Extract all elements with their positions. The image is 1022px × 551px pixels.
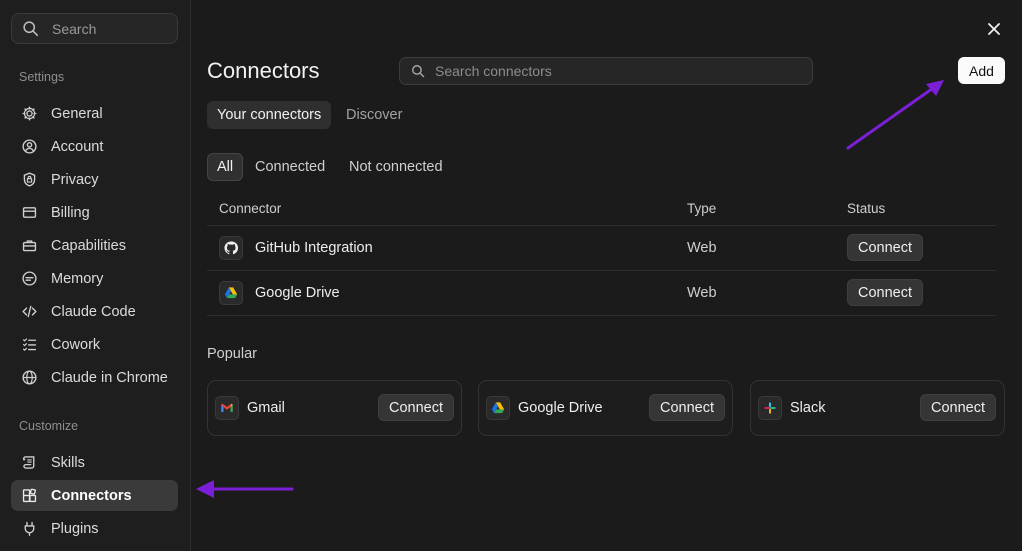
sidebar-item-plugins[interactable]: Plugins [11,513,178,544]
connector-search-input[interactable]: Search connectors [399,57,813,85]
connector-search-placeholder: Search connectors [435,63,552,79]
slack-icon [764,402,776,414]
column-header-status: Status [847,201,886,216]
sidebar-search-placeholder: Search [52,20,97,37]
filter-all[interactable]: All [207,153,244,181]
connect-button[interactable]: Connect [649,394,726,421]
user-circle-icon [22,139,37,154]
popular-name: Gmail [247,400,285,416]
connector-type: Web [687,240,717,256]
sidebar-item-label: General [51,105,103,122]
connect-button[interactable]: Connect [847,234,924,261]
sidebar-item-label: Claude in Chrome [51,369,168,386]
annotation-arrow-connectors [196,480,294,498]
sidebar-item-cowork[interactable]: Cowork [11,329,178,360]
gear-icon [22,106,37,121]
popular-section-label: Popular [207,346,257,362]
popular-card-google-drive[interactable]: Google Drive Connect [478,380,733,436]
table-divider [207,270,996,271]
close-icon [988,23,1000,35]
card-app-icon [486,396,510,420]
plug-icon [24,521,35,536]
filter-connected[interactable]: Connected [246,153,334,181]
popular-name: Google Drive [518,400,603,416]
sidebar-item-claude-code[interactable]: Claude Code [11,296,178,327]
settings-section-label: Settings [19,70,65,84]
row-app-icon [219,236,243,260]
settings-sidebar: Search Settings General Account Privacy … [0,0,191,551]
table-divider [207,225,996,226]
sidebar-item-claude-in-chrome[interactable]: Claude in Chrome [11,362,178,393]
column-header-connector: Connector [219,201,282,216]
annotation-arrow-add [846,80,944,150]
connector-name: Google Drive [255,285,340,301]
table-divider [207,315,996,316]
github-icon [224,241,238,255]
google-drive-icon [224,287,238,299]
sidebar-item-label: Cowork [51,336,101,353]
add-button[interactable]: Add [958,57,1005,84]
sidebar-item-memory[interactable]: Memory [11,263,178,294]
popular-name: Slack [790,400,826,416]
connectors-icon [22,488,37,503]
sidebar-item-label: Privacy [51,171,99,188]
sidebar-item-label: Skills [51,454,85,471]
connector-name: GitHub Integration [255,240,373,256]
card-app-icon [215,396,239,420]
sidebar-item-privacy[interactable]: Privacy [11,164,178,195]
sidebar-item-connectors[interactable]: Connectors [11,480,178,511]
close-button[interactable] [985,20,1003,38]
sidebar-search-input[interactable]: Search [11,13,178,44]
sidebar-item-general[interactable]: General [11,98,178,129]
popular-card-slack[interactable]: Slack Connect [750,380,1005,436]
search-icon [23,21,39,37]
sidebar-item-capabilities[interactable]: Capabilities [11,230,178,261]
sidebar-item-label: Plugins [51,520,99,537]
connect-button[interactable]: Connect [920,394,997,421]
sidebar-item-label: Capabilities [51,237,126,254]
google-drive-icon [491,402,505,414]
card-app-icon [758,396,782,420]
scroll-icon [23,456,35,469]
row-app-icon [219,281,243,305]
search-icon [412,65,425,78]
popular-card-gmail[interactable]: Gmail Connect [207,380,462,436]
gmail-icon [221,403,233,412]
globe-icon [22,370,37,385]
briefcase-icon [22,240,37,252]
sidebar-item-label: Memory [51,270,104,287]
connect-button[interactable]: Connect [378,394,455,421]
memory-icon [22,271,37,286]
sidebar-item-skills[interactable]: Skills [11,447,178,478]
checklist-icon [22,338,37,352]
sidebar-item-billing[interactable]: Billing [11,197,178,228]
customize-section-label: Customize [19,419,79,433]
column-header-type: Type [687,201,717,216]
connector-type: Web [687,285,717,301]
sidebar-item-label: Connectors [51,487,132,504]
sidebar-item-label: Claude Code [51,303,136,320]
page-title: Connectors [207,58,320,83]
tab-discover[interactable]: Discover [336,101,412,129]
connect-button[interactable]: Connect [847,279,924,306]
code-icon [22,305,37,318]
credit-card-icon [22,207,37,218]
sidebar-item-label: Account [51,138,104,155]
tab-your-connectors[interactable]: Your connectors [207,101,332,129]
filter-not-connected[interactable]: Not connected [340,153,452,181]
sidebar-item-account[interactable]: Account [11,131,178,162]
sidebar-item-label: Billing [51,204,90,221]
shield-lock-icon [23,172,36,187]
